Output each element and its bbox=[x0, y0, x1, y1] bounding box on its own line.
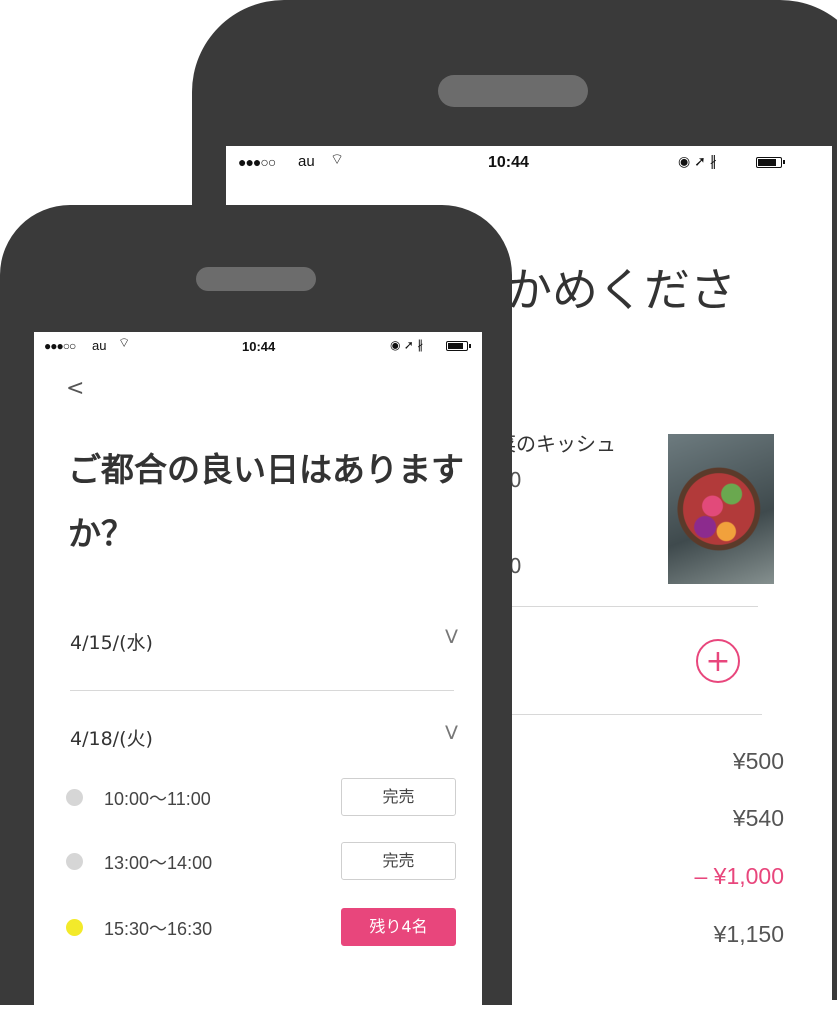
remaining-seats-button[interactable]: 残り4名 bbox=[341, 908, 456, 946]
chevron-down-icon: V bbox=[445, 722, 458, 744]
status-time: 10:44 bbox=[242, 339, 276, 354]
slot-time: 10:00〜11:00 bbox=[104, 789, 211, 809]
divider bbox=[70, 690, 454, 691]
discount-line: – ¥1,000 bbox=[694, 863, 784, 889]
status-time: 10:44 bbox=[488, 154, 529, 171]
battery-icon bbox=[446, 341, 471, 351]
time-slot: 10:00〜11:00 完売 bbox=[66, 778, 456, 816]
chevron-down-icon: V bbox=[445, 626, 458, 648]
time-slot[interactable]: 15:30〜16:30 残り4名 bbox=[66, 908, 456, 946]
page-heading: かめくださ bbox=[506, 263, 736, 317]
date-label: 4/15/(水) bbox=[70, 632, 153, 654]
carrier-label: au bbox=[92, 338, 107, 353]
front-phone-frame: ●●●○○ au ⌔ 10:44 ◉ ➚ ∦ < ご都合の良い日はありますか？ … bbox=[0, 205, 512, 1032]
battery-icon bbox=[756, 157, 785, 168]
price-line: ¥540 bbox=[732, 805, 784, 831]
availability-dot bbox=[66, 919, 83, 936]
price-line: ¥500 bbox=[732, 748, 784, 774]
availability-dot bbox=[66, 789, 83, 806]
speaker-grille bbox=[196, 267, 316, 291]
slot-time: 15:30〜16:30 bbox=[104, 919, 213, 939]
status-bar: ●●●○○ au ⌔ 10:44 ◉ ➚ ∦ bbox=[34, 332, 482, 368]
status-icons: ◉ ➚ ∦ bbox=[390, 338, 424, 352]
date-label: 4/18/(火) bbox=[70, 728, 153, 750]
sold-out-badge: 完売 bbox=[341, 842, 456, 880]
signal-icon: ●●●○○ bbox=[238, 154, 276, 170]
signal-icon: ●●●○○ bbox=[44, 339, 76, 353]
sold-out-badge: 完売 bbox=[341, 778, 456, 816]
availability-dot bbox=[66, 853, 83, 870]
status-bar: ●●●○○ au ⌔ 10:44 ◉ ➚ ∦ bbox=[226, 146, 832, 182]
total-price: ¥1,150 bbox=[713, 921, 784, 947]
item-title: 菜のキッシュ bbox=[496, 432, 616, 456]
carrier-label: au bbox=[298, 153, 315, 170]
front-phone-screen: ●●●○○ au ⌔ 10:44 ◉ ➚ ∦ < ご都合の良い日はありますか？ … bbox=[34, 332, 482, 1032]
page-title: ご都合の良い日はありますか？ bbox=[68, 450, 464, 553]
date-row[interactable]: 4/15/(水) V bbox=[70, 626, 458, 655]
time-slot: 13:00〜14:00 完売 bbox=[66, 842, 456, 880]
slot-time: 13:00〜14:00 bbox=[104, 853, 213, 873]
speaker-grille bbox=[438, 75, 588, 107]
status-icons: ◉ ➚ ∦ bbox=[678, 153, 717, 169]
divider bbox=[504, 714, 762, 715]
wifi-icon: ⌔ bbox=[118, 335, 131, 350]
date-row[interactable]: 4/18/(火) V bbox=[70, 722, 458, 751]
divider bbox=[504, 606, 758, 607]
back-button[interactable]: < bbox=[66, 376, 84, 401]
add-quantity-button[interactable]: + bbox=[696, 639, 740, 683]
quiche-image bbox=[668, 434, 774, 584]
wifi-icon: ⌔ bbox=[330, 151, 345, 168]
